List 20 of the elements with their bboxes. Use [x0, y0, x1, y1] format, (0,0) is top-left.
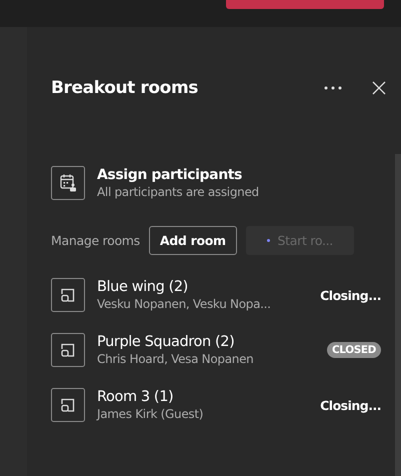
room-participants: Chris Hoard, Vesa Nopanen: [97, 352, 254, 366]
room-participants: Vesku Nopanen, Vesku Nopa...: [97, 297, 272, 311]
room-participants: James Kirk (Guest): [97, 407, 204, 421]
add-room-button[interactable]: Add room: [148, 226, 237, 255]
manage-label: Manage rooms: [51, 233, 140, 248]
status-badge: CLOSED: [327, 342, 381, 358]
room-name: Blue wing (2): [97, 279, 189, 295]
calendar-icon[interactable]: [51, 166, 85, 200]
room-icon[interactable]: [51, 333, 85, 367]
room-status: Closing...: [320, 398, 381, 412]
assign-title: Assign participants: [97, 167, 243, 183]
room-icon[interactable]: [51, 278, 85, 312]
room-name: Purple Squadron (2): [97, 334, 236, 350]
panel-title: Breakout rooms: [51, 78, 198, 98]
assign-subtitle: All participants are assigned: [97, 185, 260, 199]
close-icon[interactable]: [372, 81, 386, 95]
more-icon[interactable]: [324, 86, 342, 90]
room-icon[interactable]: [51, 388, 85, 422]
room-status: Closing...: [320, 288, 381, 302]
room-name: Room 3 (1): [97, 389, 174, 405]
